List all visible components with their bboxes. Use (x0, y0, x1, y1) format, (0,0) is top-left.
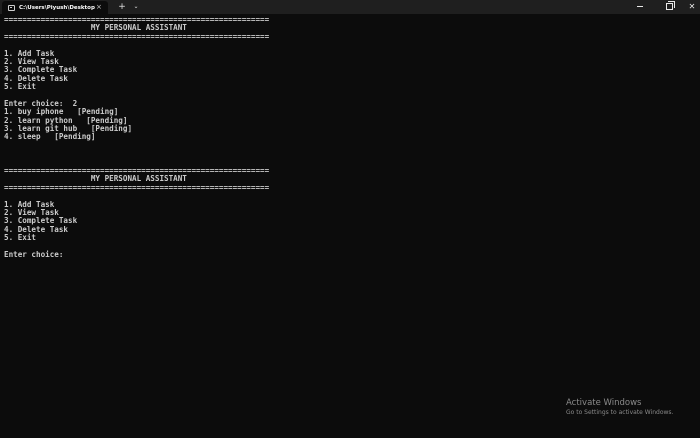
close-icon[interactable]: × (96, 4, 102, 11)
tab-title: C:\Users\Piyush\Desktop\Exe (19, 4, 95, 11)
console-line: Enter choice: (4, 249, 64, 259)
console-line: 4. Delete Task (4, 73, 69, 83)
restore-icon (665, 3, 673, 10)
maximize-button[interactable] (657, 0, 681, 14)
console-line: 4. Delete Task (4, 224, 69, 234)
close-window-button[interactable]: ✕ (680, 0, 700, 14)
watermark-title: Activate Windows (566, 398, 642, 408)
console-line: 5. Exit (4, 82, 37, 92)
console-line: 4. sleep [Pending] (4, 132, 96, 142)
console-line: 5. Exit (4, 233, 37, 243)
activate-windows-watermark: Activate Windows Go to Settings to activ… (566, 398, 673, 417)
console-line: ========================================… (4, 31, 270, 41)
terminal-window: C:\Users\Piyush\Desktop\Exe × + ⌄ ✕ ====… (0, 0, 700, 438)
console-line: ========================================… (4, 182, 270, 192)
tab-terminal[interactable]: C:\Users\Piyush\Desktop\Exe × (2, 1, 108, 14)
new-tab-button[interactable]: + (117, 1, 127, 13)
watermark-subtitle: Go to Settings to activate Windows. (566, 409, 674, 416)
minimize-icon (637, 6, 643, 7)
chevron-down-icon[interactable]: ⌄ (131, 1, 141, 13)
title-bar: C:\Users\Piyush\Desktop\Exe × + ⌄ ✕ (0, 0, 700, 14)
console-output[interactable]: ========================================… (4, 15, 270, 259)
terminal-icon (8, 4, 15, 11)
minimize-button[interactable] (628, 0, 652, 14)
